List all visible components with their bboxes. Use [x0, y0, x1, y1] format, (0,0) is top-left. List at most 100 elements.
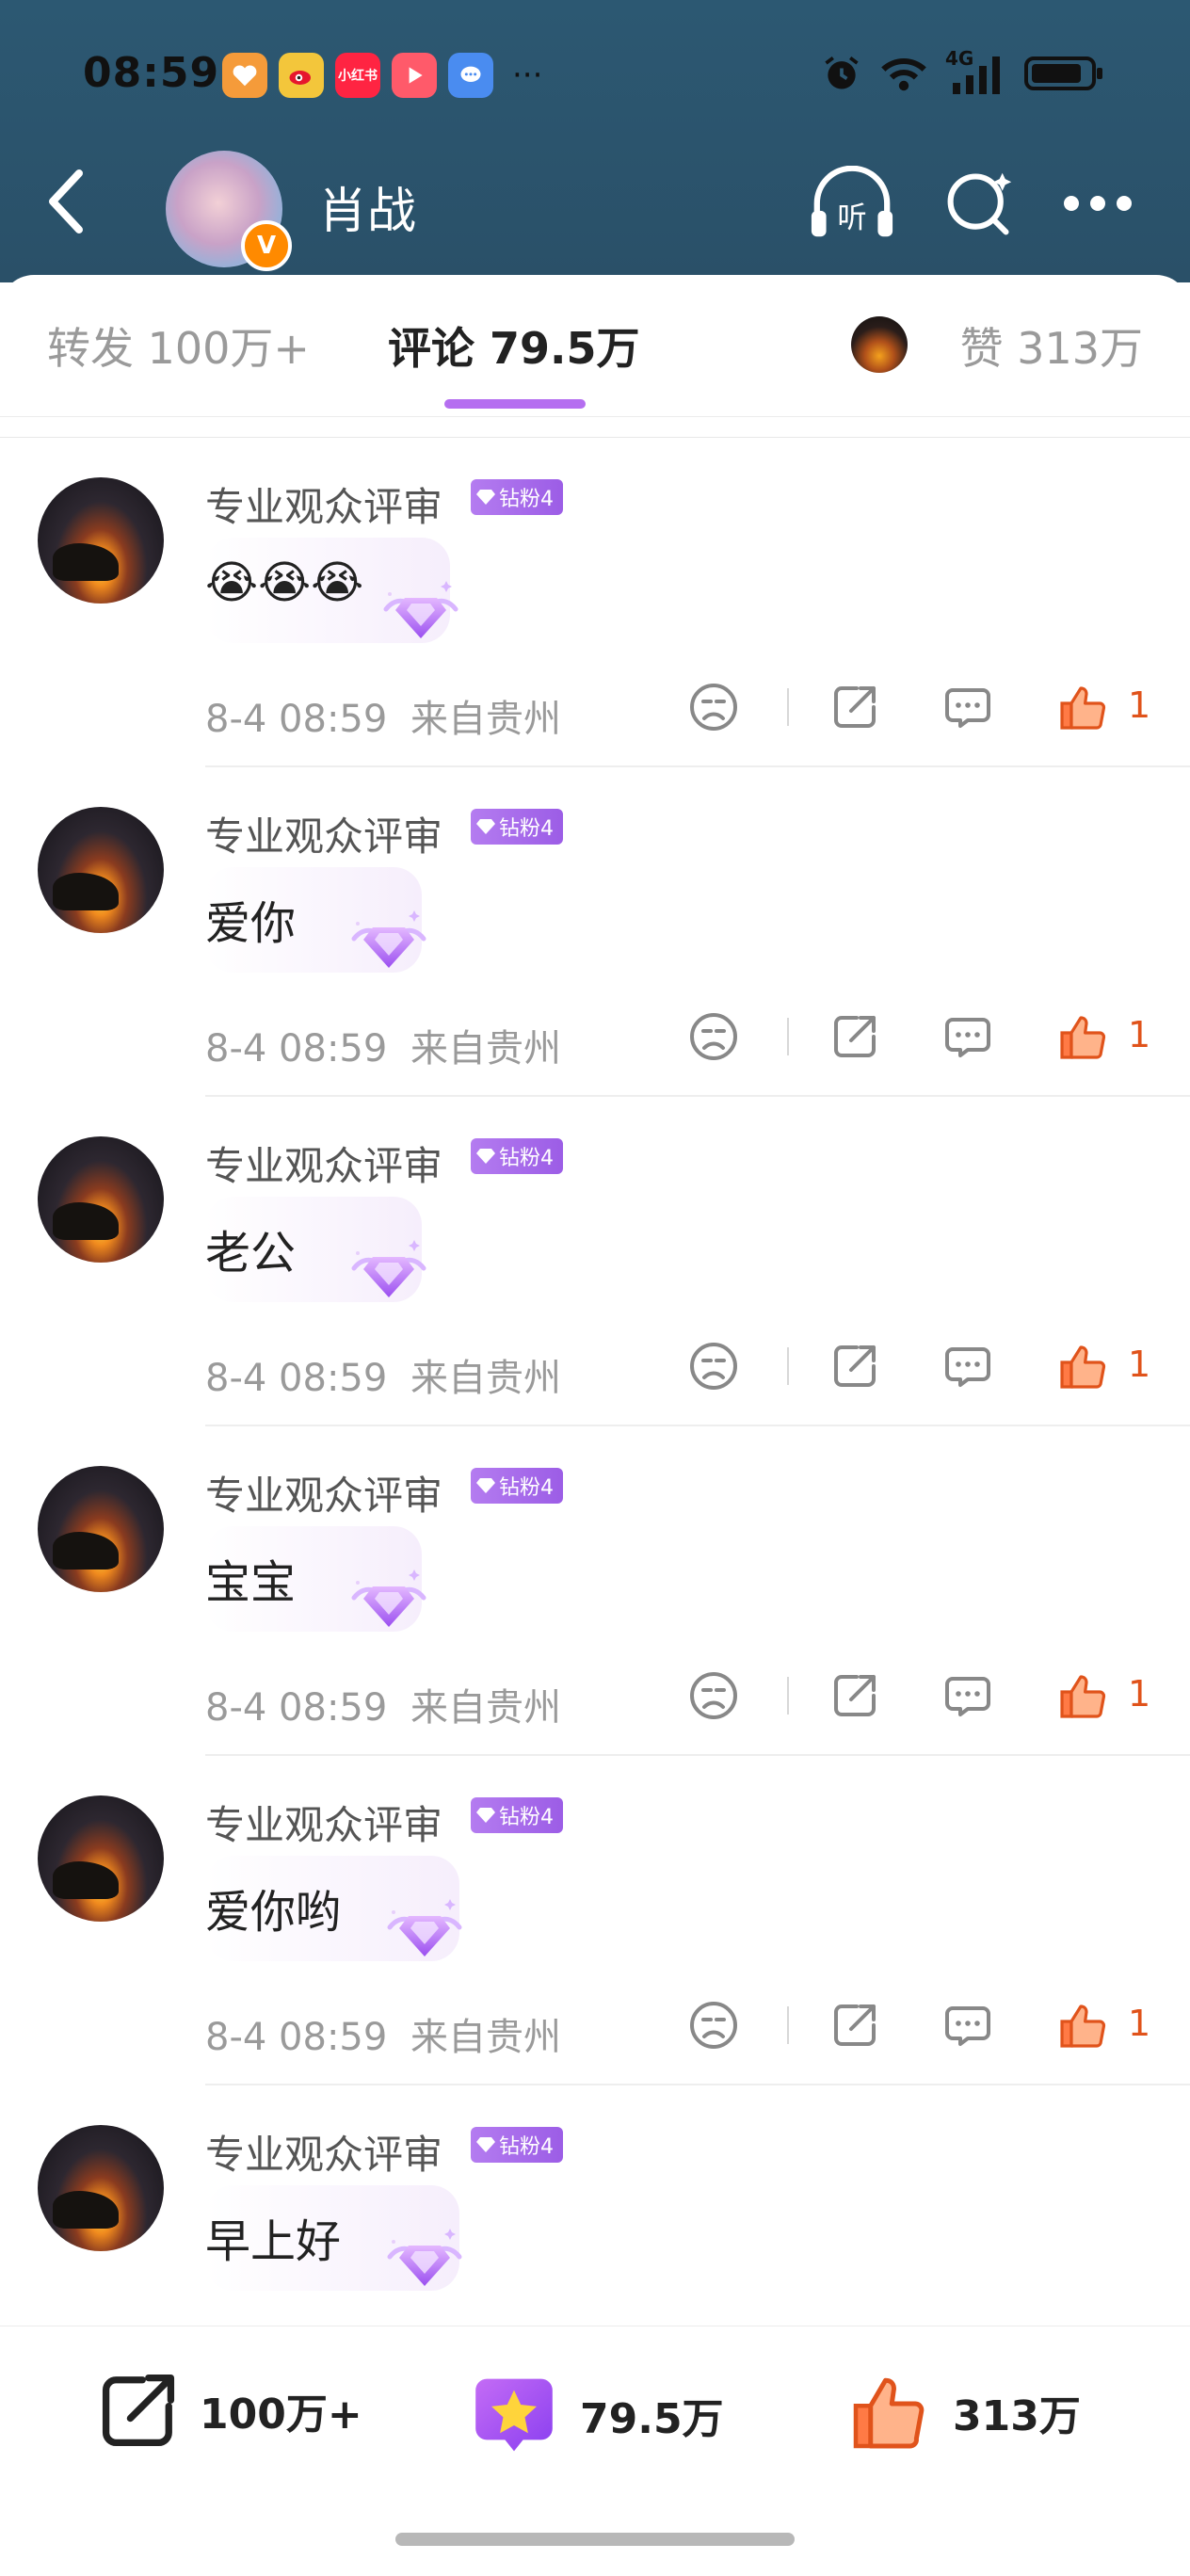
commenter-avatar[interactable] — [38, 477, 164, 604]
comment-actions: 1 — [687, 681, 1158, 737]
fan-level-badge: 钻粉4 — [471, 809, 563, 845]
share-icon[interactable] — [828, 681, 881, 733]
comment-location: 来自贵州 — [410, 698, 562, 741]
dislike-sad-face-icon[interactable] — [687, 681, 740, 733]
comment-bubble[interactable]: 宝宝 — [205, 1526, 426, 1632]
more-options-icon[interactable] — [1062, 194, 1134, 213]
comment-text: 爱你 — [205, 897, 297, 950]
reply-comment-icon[interactable] — [941, 1340, 994, 1393]
listen-headphones-icon[interactable]: 听 — [808, 166, 896, 241]
comment-bubble[interactable]: 😭😭😭 — [205, 538, 458, 643]
battery-icon — [1024, 56, 1102, 90]
reply-comment-icon[interactable] — [941, 1669, 994, 1722]
fan-badge-label: 钻粉4 — [499, 1806, 554, 1829]
like-thumbs-up-icon[interactable] — [1056, 1340, 1109, 1393]
like-thumbs-up-icon[interactable] — [1056, 681, 1109, 733]
bottom-comment-button[interactable]: 79.5万 — [469, 2370, 724, 2460]
alarm-icon — [825, 56, 859, 89]
tab-likes[interactable]: 赞 313万 — [960, 314, 1143, 377]
dislike-sad-face-icon[interactable] — [687, 1999, 740, 2052]
commenter-name[interactable]: 专业观众评审 — [205, 1794, 442, 1851]
comment-bubble[interactable]: 爱你哟 — [205, 1856, 462, 1961]
comment-bubble[interactable]: 早上好 — [205, 2185, 462, 2291]
commenter-name[interactable]: 专业观众评审 — [205, 805, 442, 862]
diamond-bubble-decoration-icon — [351, 1240, 426, 1297]
diamond-icon — [476, 490, 495, 505]
repost-share-icon — [102, 2374, 175, 2447]
bottom-like-button[interactable]: 313万 — [847, 2370, 1081, 2455]
like-thumbs-up-icon[interactable] — [1056, 1669, 1109, 1722]
comment-like-count: 1 — [1128, 2003, 1151, 2044]
comment-bubble[interactable]: 爱你 — [205, 867, 426, 973]
network-type-label: 4G — [945, 47, 974, 70]
comment-like-count: 1 — [1128, 1344, 1151, 1385]
action-separator — [787, 688, 789, 726]
tab-repost[interactable]: 转发 100万+ — [47, 314, 310, 377]
notification-app-icons: 小红书 ··· — [222, 53, 542, 98]
reply-comment-icon[interactable] — [941, 681, 994, 733]
commenter-avatar[interactable] — [38, 1466, 164, 1592]
diamond-icon — [476, 2137, 495, 2152]
commenter-avatar[interactable] — [38, 1136, 164, 1263]
reply-comment-icon[interactable] — [941, 1010, 994, 1063]
comment-item[interactable]: 专业观众评审 钻粉4 爱你哟 8-4 08:59 来自贵州 1 — [0, 1756, 1190, 2085]
xiaohongshu-label: 小红书 — [338, 69, 378, 84]
home-indicator[interactable] — [395, 2533, 795, 2546]
share-icon[interactable] — [828, 1999, 881, 2052]
cellular-signal-icon: 4G — [945, 47, 1007, 94]
dislike-sad-face-icon[interactable] — [687, 1669, 740, 1722]
dislike-sad-face-icon[interactable] — [687, 1340, 740, 1393]
diamond-icon — [476, 1808, 495, 1823]
commenter-avatar[interactable] — [38, 1795, 164, 1922]
comment-bubble[interactable]: 老公 — [205, 1197, 426, 1302]
fan-level-badge: 钻粉4 — [471, 2127, 563, 2163]
comment-meta: 8-4 08:59 来自贵州 — [205, 688, 561, 743]
like-thumbs-up-icon[interactable] — [1056, 1010, 1109, 1063]
message-app-icon — [448, 53, 493, 98]
commenter-avatar[interactable] — [38, 807, 164, 933]
top-header-bar: 08:59 小红书 ··· 4G V 肖战 听 — [0, 0, 1190, 282]
like-thumbs-up-icon[interactable] — [1056, 1999, 1109, 2052]
commenter-name[interactable]: 专业观众评审 — [205, 1464, 442, 1521]
bottom-repost-button[interactable]: 100万+ — [98, 2370, 362, 2451]
author-name[interactable]: 肖战 — [318, 171, 416, 242]
comment-item[interactable]: 专业观众评审 钻粉4 爱你 8-4 08:59 来自贵州 1 — [0, 767, 1190, 1097]
commenter-name[interactable]: 专业观众评审 — [205, 2123, 442, 2181]
dislike-sad-face-icon[interactable] — [687, 1010, 740, 1063]
action-separator — [787, 2006, 789, 2044]
weibo-app-icon — [279, 53, 324, 98]
share-icon[interactable] — [828, 1010, 881, 1063]
comment-item[interactable]: 专业观众评审 钻粉4 宝宝 8-4 08:59 来自贵州 1 — [0, 1426, 1190, 1756]
search-sparkle-icon[interactable] — [943, 168, 1015, 239]
tab-comments[interactable]: 评论 79.5万 — [388, 314, 640, 377]
comment-item[interactable]: 专业观众评审 钻粉4 老公 8-4 08:59 来自贵州 1 — [0, 1097, 1190, 1426]
fan-level-badge: 钻粉4 — [471, 1138, 563, 1174]
back-arrow-icon[interactable] — [38, 168, 94, 235]
active-tab-indicator — [444, 399, 586, 409]
status-time: 08:59 — [83, 49, 220, 97]
commenter-name[interactable]: 专业观众评审 — [205, 1135, 442, 1192]
share-icon[interactable] — [828, 1340, 881, 1393]
commenter-name[interactable]: 专业观众评审 — [205, 475, 442, 533]
comment-time: 8-4 08:59 — [205, 1686, 388, 1730]
reply-comment-icon[interactable] — [941, 1999, 994, 2052]
comment-text: 老公 — [205, 1227, 297, 1280]
comment-location: 来自贵州 — [410, 1686, 562, 1730]
more-notifications-icon: ··· — [512, 56, 543, 94]
action-separator — [787, 1018, 789, 1055]
diamond-bubble-decoration-icon — [383, 581, 458, 638]
thumbs-up-icon — [853, 2377, 925, 2449]
fan-level-badge: 钻粉4 — [471, 479, 563, 515]
profile-header: V 肖战 听 — [0, 151, 1190, 271]
comment-time: 8-4 08:59 — [205, 1357, 388, 1400]
video-app-icon — [392, 53, 437, 98]
commenter-avatar[interactable] — [38, 2125, 164, 2251]
comment-item[interactable]: 专业观众评审 钻粉4 😭😭😭 8-4 08:59 来自贵州 1 — [0, 438, 1190, 767]
comment-meta: 8-4 08:59 来自贵州 — [205, 2006, 561, 2061]
wifi-icon — [881, 58, 926, 91]
system-icons: 4G — [821, 47, 1105, 94]
comment-actions: 1 — [687, 1669, 1158, 1726]
share-icon[interactable] — [828, 1669, 881, 1722]
comment-actions: 1 — [687, 1340, 1158, 1396]
diamond-bubble-decoration-icon — [351, 1570, 426, 1627]
